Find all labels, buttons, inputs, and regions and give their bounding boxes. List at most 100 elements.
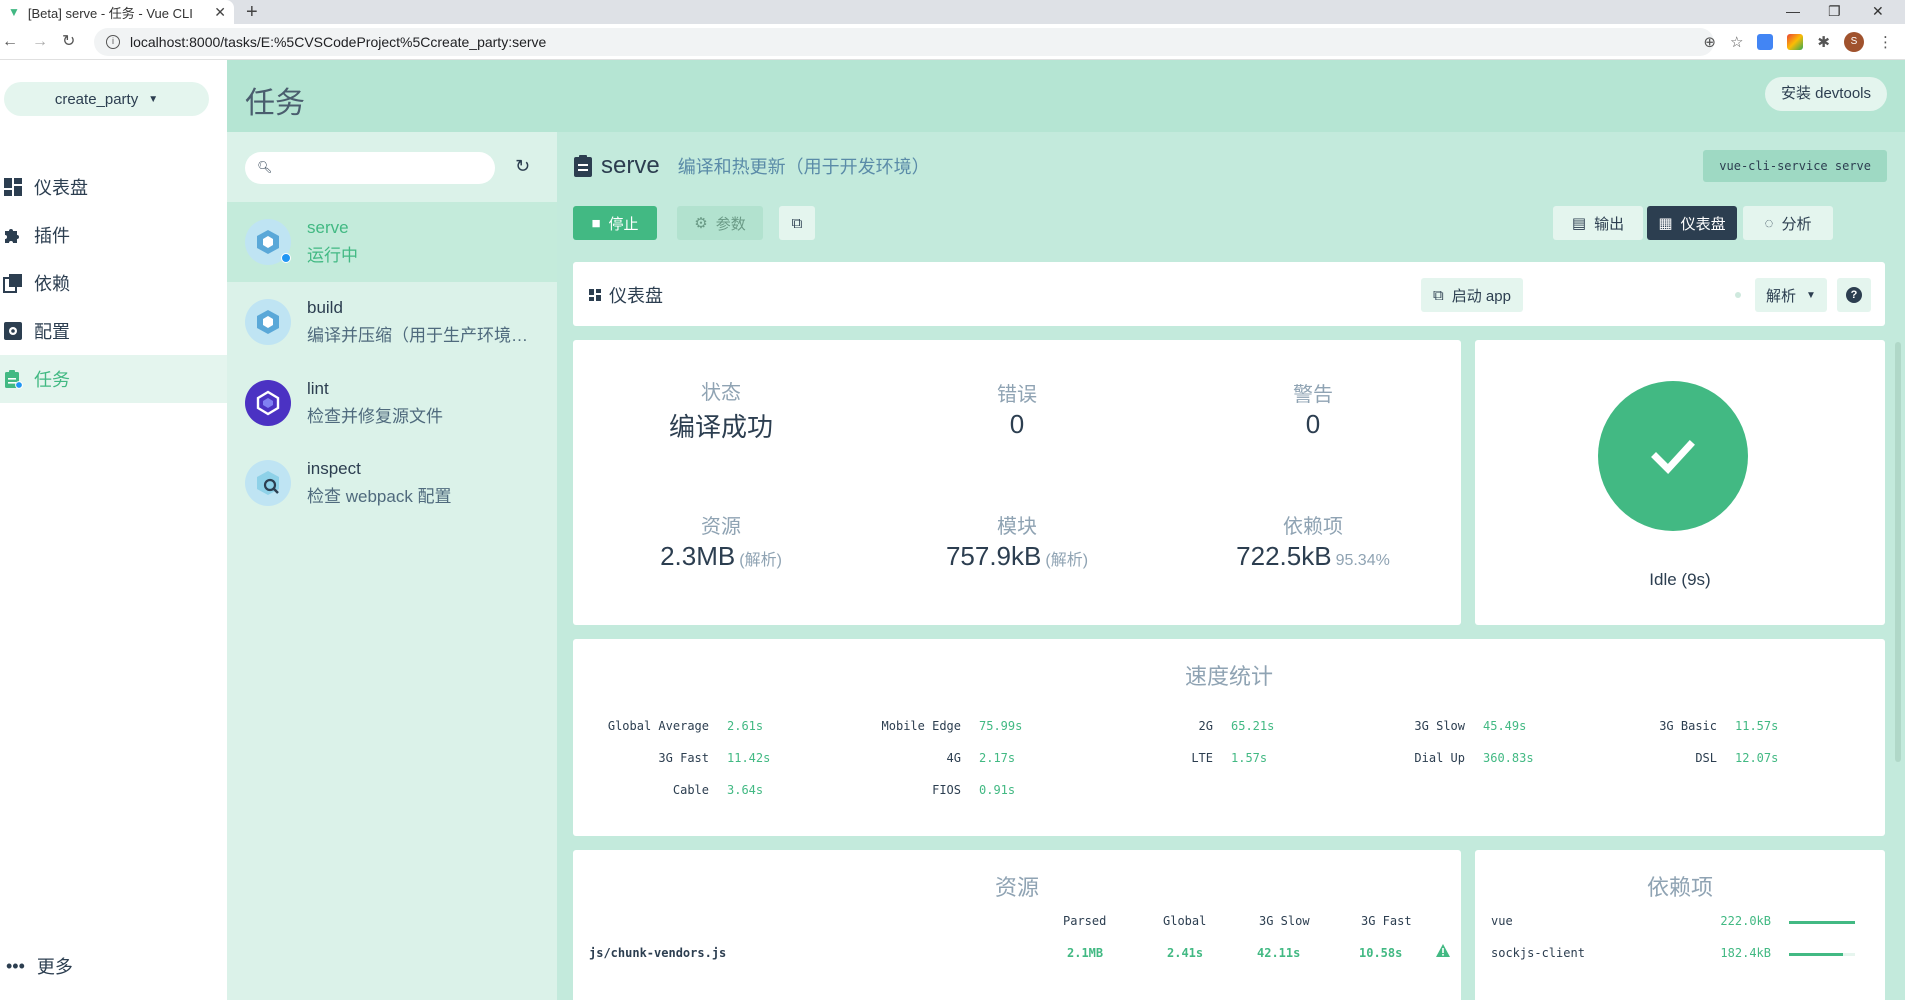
dashboard-header: 仪表盘 ⧉ 启动 app 解析 ▼ ? xyxy=(573,262,1885,326)
task-description: 编译并压缩（用于生产环境… xyxy=(307,326,528,345)
build-status-card: Idle (9s) xyxy=(1475,340,1885,625)
browser-tab[interactable]: ▼ [Beta] serve - 任务 - Vue CLI ✕ xyxy=(0,0,234,24)
speed-item: FIOS 0.91s xyxy=(841,783,1081,797)
task-item-lint[interactable]: lint 检查并修复源文件 xyxy=(227,363,557,443)
more-label: 更多 xyxy=(36,957,73,977)
speed-item-name: 3G Basic xyxy=(1659,719,1717,733)
task-name: lint xyxy=(307,379,329,398)
zoom-icon[interactable]: ⊕ xyxy=(1703,33,1716,51)
parse-mode-select[interactable]: 解析 ▼ xyxy=(1755,278,1827,312)
speed-item-value: 45.49s xyxy=(1483,719,1527,733)
speed-item: 4G 2.17s xyxy=(841,751,1081,765)
tab-dashboard[interactable]: ▦ 仪表盘 xyxy=(1647,206,1737,240)
reload-icon[interactable]: ↻ xyxy=(62,24,75,60)
project-name: create_party xyxy=(54,90,139,108)
parameters-label: 参数 xyxy=(715,215,746,233)
tab-analyze[interactable]: ◌ 分析 xyxy=(1743,206,1833,240)
profile-avatar[interactable]: S xyxy=(1844,32,1864,52)
speed-item-value: 11.57s xyxy=(1735,719,1779,733)
minimize-icon[interactable]: — xyxy=(1786,0,1800,24)
task-subtitle: 编译和热更新（用于开发环境） xyxy=(677,157,930,177)
speed-item-name: 4G xyxy=(946,751,961,765)
success-indicator xyxy=(1598,381,1748,531)
task-item-inspect[interactable]: inspect 检查 webpack 配置 xyxy=(227,443,557,523)
speed-item-name: 3G Slow xyxy=(1414,719,1465,733)
dependency-bar-track xyxy=(1789,921,1855,924)
speed-item-name: Cable xyxy=(672,783,709,797)
column-header: Parsed xyxy=(1063,914,1107,928)
speed-item-value: 11.42s xyxy=(727,751,771,765)
speed-item-value: 2.61s xyxy=(727,719,764,733)
task-title: serve xyxy=(601,152,660,179)
speed-item: 2G 65.21s xyxy=(1093,719,1333,733)
stop-icon: ■ xyxy=(591,214,601,232)
forward-icon[interactable]: → xyxy=(32,24,48,60)
stat-modules: 模块 757.9kB (解析) xyxy=(869,510,1165,572)
extensions-puzzle-icon[interactable]: ✱ xyxy=(1817,33,1830,51)
browser-toolbar-icons: ⊕ ☆ ✱ S ⋮ xyxy=(1703,24,1893,60)
more-menu[interactable]: ••• 更多 xyxy=(6,953,73,979)
separator-dot xyxy=(1735,292,1741,298)
install-devtools-button[interactable]: 安装 devtools xyxy=(1764,77,1887,111)
stat-sub: 95.34% xyxy=(1335,552,1390,569)
dependency-name: sockjs-client xyxy=(1491,946,1585,960)
refresh-icon[interactable]: ↻ xyxy=(515,156,530,177)
terminal-icon: ▤ xyxy=(1571,215,1587,232)
external-link-icon: ⧉ xyxy=(791,214,803,232)
color-extension-icon[interactable] xyxy=(1787,34,1804,50)
dependency-size: 182.4kB xyxy=(1720,946,1771,960)
top-bar: 任务 安装 devtools xyxy=(227,60,1905,132)
nav-item-label: 依赖 xyxy=(34,274,70,294)
address-bar: ← → ↻ i localhost:8000/tasks/E:%5CVSCode… xyxy=(0,24,1905,60)
help-button[interactable]: ? xyxy=(1837,278,1871,312)
nav-item-tasks[interactable]: 任务 xyxy=(0,355,227,403)
speed-item-value: 1.57s xyxy=(1231,751,1268,765)
dashboard-title: 仪表盘 xyxy=(589,282,663,308)
stat-errors: 错误 0 xyxy=(869,378,1165,440)
speed-item-name: Dial Up xyxy=(1414,751,1465,765)
speed-item-value: 3.64s xyxy=(727,783,764,797)
task-item-serve[interactable]: serve 运行中 xyxy=(227,202,557,282)
parameters-button[interactable]: ⚙ 参数 xyxy=(677,206,763,240)
task-item-build[interactable]: build 编译并压缩（用于生产环境… xyxy=(227,282,557,362)
stop-button[interactable]: ■ 停止 xyxy=(573,206,657,240)
url-field[interactable]: i localhost:8000/tasks/E:%5CVSCodeProjec… xyxy=(94,28,1714,56)
stat-sub: (解析) xyxy=(1045,552,1089,569)
tab-output[interactable]: ▤ 输出 xyxy=(1553,206,1643,240)
info-icon[interactable]: i xyxy=(106,35,120,49)
nav-item-configuration[interactable]: 配置 xyxy=(0,307,227,355)
nav-item-plugins[interactable]: 插件 xyxy=(0,211,227,259)
nav-item-label: 任务 xyxy=(34,370,70,390)
dashboard-icon xyxy=(2,176,24,198)
nav-item-dashboard[interactable]: 仪表盘 xyxy=(0,163,227,211)
back-icon[interactable]: ← xyxy=(2,24,18,60)
window-close-icon[interactable]: ✕ xyxy=(1872,0,1884,24)
open-external-button[interactable]: ⧉ xyxy=(779,206,815,240)
speed-item-name: FIOS xyxy=(932,783,961,797)
speed-item-name: Mobile Edge xyxy=(881,719,961,733)
inspect-icon xyxy=(245,460,291,506)
speed-item-name: 3G Fast xyxy=(658,751,709,765)
speed-item: Mobile Edge 75.99s xyxy=(841,719,1081,733)
nav-item-dependencies[interactable]: 依赖 xyxy=(0,259,227,307)
task-name: serve xyxy=(307,218,349,237)
task-search-input[interactable] xyxy=(245,152,495,184)
start-app-button[interactable]: ⧉ 启动 app xyxy=(1421,278,1523,312)
speed-item-name: LTE xyxy=(1191,751,1213,765)
stat-value: 2.3MB xyxy=(660,541,736,571)
clipboard-icon xyxy=(2,368,24,390)
build-stats-card: 状态 编译成功 错误 0 警告 0 资源 2.3MB (解析) 模块 757.9k… xyxy=(573,340,1461,625)
restore-icon[interactable]: ❐ xyxy=(1828,0,1841,24)
new-tab-icon[interactable]: + xyxy=(246,0,258,24)
tab-close-icon[interactable]: ✕ xyxy=(214,4,226,21)
translate-extension-icon[interactable] xyxy=(1757,34,1774,50)
stat-label: 资源 xyxy=(701,516,741,538)
column-header: 3G Slow xyxy=(1259,914,1310,928)
speed-item-value: 2.17s xyxy=(979,751,1016,765)
tab-label: 分析 xyxy=(1781,215,1812,233)
scrollbar[interactable] xyxy=(1895,342,1901,762)
project-selector[interactable]: create_party ▼ xyxy=(4,82,209,116)
stat-label: 模块 xyxy=(997,516,1037,538)
browser-menu-icon[interactable]: ⋮ xyxy=(1878,33,1893,51)
bookmark-star-icon[interactable]: ☆ xyxy=(1730,33,1743,51)
